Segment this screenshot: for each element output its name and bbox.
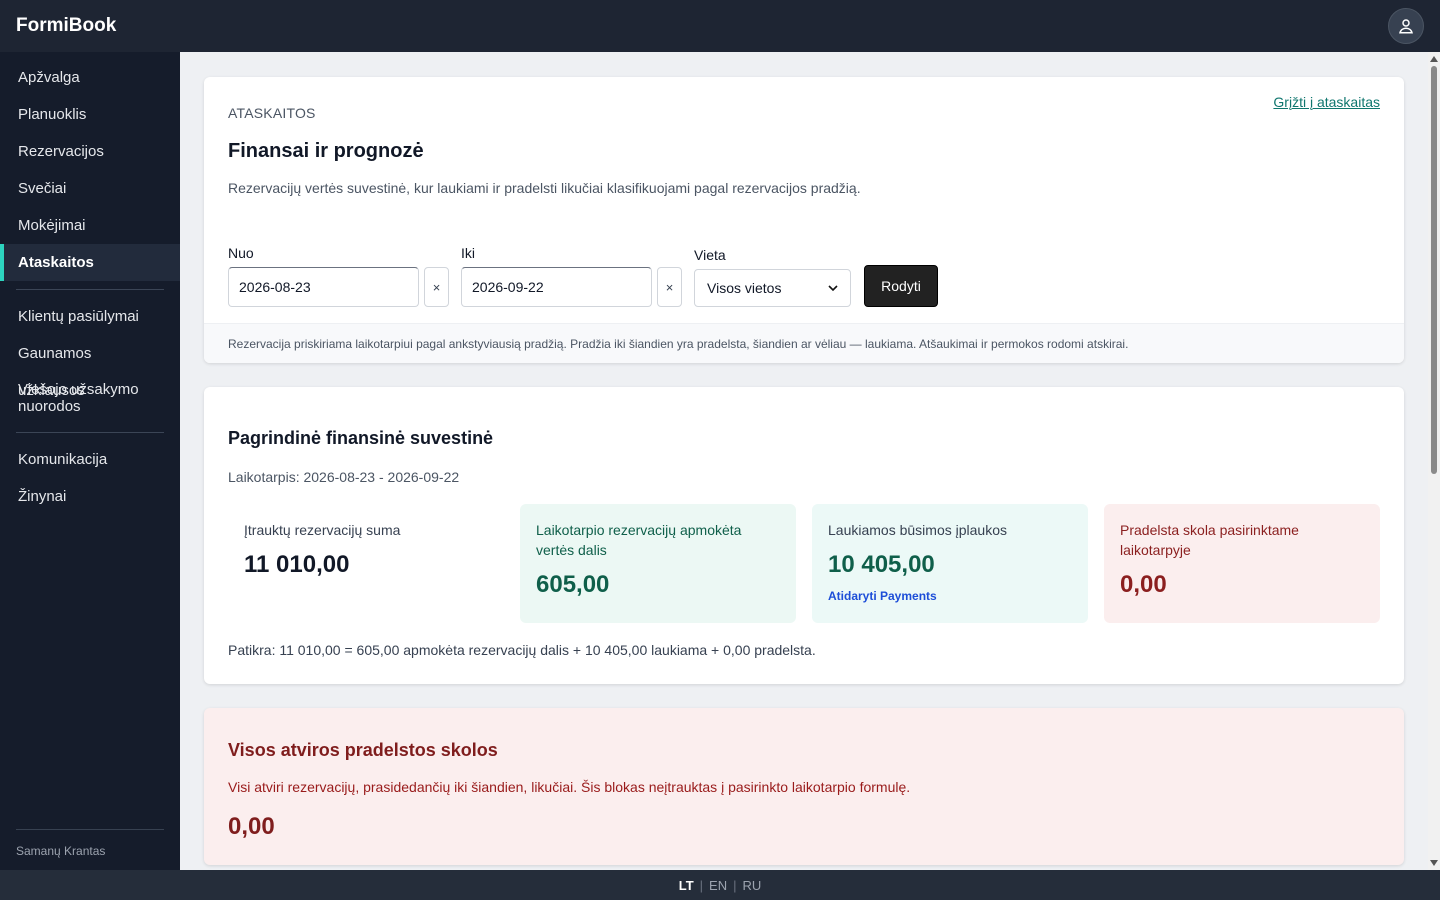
- show-button[interactable]: Rodyti: [864, 265, 938, 307]
- user-menu-button[interactable]: [1388, 8, 1424, 44]
- venue-label: Vieta: [694, 247, 726, 263]
- from-date-label: Nuo: [228, 245, 254, 261]
- to-date-input[interactable]: 2026-09-22: [461, 267, 652, 307]
- top-bar: FormiBook: [0, 0, 1440, 52]
- sidebar-item-client-offers[interactable]: Klientų pasiūlymai: [0, 298, 180, 335]
- venue-select[interactable]: Visos vietos: [694, 269, 851, 307]
- language-bar: LT | EN | RU: [0, 870, 1440, 900]
- from-date-group: Nuo 2026-08-23 ×: [228, 245, 449, 307]
- page-title: Finansai ir prognozė: [228, 140, 424, 162]
- to-date-label: Iki: [461, 245, 475, 261]
- language-separator: |: [699, 877, 704, 893]
- sidebar-item-payments[interactable]: Mokėjimai: [0, 207, 180, 244]
- overdue-debts-card: Visos atviros pradelstos skolos Visi atv…: [204, 708, 1404, 865]
- report-header-card: Grįžti į ataskaitas ATASKAITOS Finansai …: [204, 77, 1404, 363]
- sidebar-footer-venue: Samanų Krantas: [16, 829, 164, 858]
- sidebar-item-incoming-inquiries[interactable]: Gaunamos užklausos: [0, 335, 180, 399]
- overdue-value: 0,00: [228, 813, 275, 840]
- kpi-overdue-debt: Pradelsta skola pasirinktame laikotarpyj…: [1104, 504, 1380, 623]
- brand-logo[interactable]: FormiBook: [16, 15, 116, 37]
- scrollbar-thumb[interactable]: [1431, 66, 1437, 474]
- kpi-label: Pradelsta skola pasirinktame laikotarpyj…: [1120, 522, 1299, 558]
- overdue-title: Visos atviros pradelstos skolos: [228, 740, 498, 760]
- venue-group: Vieta Visos vietos: [694, 247, 851, 307]
- breadcrumb: ATASKAITOS: [228, 105, 316, 121]
- kpi-expected-income: Laukiamos būsimos įplaukos 10 405,00 Ati…: [812, 504, 1088, 623]
- kpi-value: 10 405,00: [828, 551, 935, 578]
- kpi-label: Laikotarpio rezervacijų apmokėta vertės …: [536, 522, 742, 558]
- vertical-scrollbar[interactable]: [1428, 52, 1440, 870]
- sidebar: Apžvalga Planuoklis Rezervacijos Svečiai…: [0, 52, 180, 870]
- language-en[interactable]: EN: [709, 878, 727, 893]
- kpi-value: 605,00: [536, 571, 610, 598]
- summary-check-formula: Patikra: 11 010,00 = 605,00 apmokėta rez…: [228, 642, 816, 658]
- language-lt[interactable]: LT: [679, 878, 694, 893]
- scroll-up-arrow-icon[interactable]: [1430, 56, 1438, 62]
- user-icon: [1399, 19, 1413, 34]
- language-separator: |: [733, 877, 737, 893]
- clear-to-date-button[interactable]: ×: [657, 267, 682, 307]
- sidebar-item-planner[interactable]: Planuoklis: [0, 96, 180, 133]
- from-date-input[interactable]: 2026-08-23: [228, 267, 419, 307]
- overdue-description: Visi atviri rezervacijų, prasidedančių i…: [228, 779, 911, 795]
- sidebar-item-guests[interactable]: Svečiai: [0, 170, 180, 207]
- sidebar-item-reports[interactable]: Ataskaitos: [0, 244, 180, 281]
- kpi-paid-share: Laikotarpio rezervacijų apmokėta vertės …: [520, 504, 796, 623]
- sidebar-item-communication[interactable]: Komunikacija: [0, 441, 180, 478]
- language-ru[interactable]: RU: [742, 878, 761, 893]
- kpi-included-total: Įtrauktų rezervacijų suma 11 010,00: [228, 504, 504, 623]
- main-content: Grįžti į ataskaitas ATASKAITOS Finansai …: [180, 52, 1428, 870]
- summary-title: Pagrindinė finansinė suvestinė: [228, 428, 494, 448]
- scroll-down-arrow-icon[interactable]: [1430, 860, 1438, 866]
- sidebar-item-reservations[interactable]: Rezervacijos: [0, 133, 180, 170]
- summary-period: Laikotarpis: 2026-08-23 - 2026-09-22: [228, 469, 460, 485]
- venue-select-value: Visos vietos: [707, 280, 782, 296]
- classification-note: Rezervacija priskiriama laikotarpiui pag…: [204, 323, 1404, 363]
- kpi-row: Įtrauktų rezervacijų suma 11 010,00 Laik…: [228, 504, 1380, 623]
- nav-divider: [16, 432, 164, 433]
- clear-from-date-button[interactable]: ×: [424, 267, 449, 307]
- financial-summary-card: Pagrindinė finansinė suvestinė Laikotarp…: [204, 387, 1404, 684]
- chevron-down-icon: [828, 285, 838, 292]
- back-to-reports-link[interactable]: Grįžti į ataskaitas: [1273, 94, 1380, 110]
- kpi-label: Įtrauktų rezervacijų suma: [244, 522, 401, 538]
- kpi-value: 11 010,00: [244, 551, 350, 578]
- filters-row: Nuo 2026-08-23 × Iki 2026-09-22 × Vieta: [228, 245, 1380, 323]
- open-payments-link[interactable]: Atidaryti Payments: [828, 589, 1072, 603]
- sidebar-item-overview[interactable]: Apžvalga: [0, 59, 180, 96]
- sidebar-item-directories[interactable]: Žinynai: [0, 478, 180, 515]
- page-description: Rezervacijų vertės suvestinė, kur laukia…: [228, 180, 861, 196]
- nav-divider: [16, 289, 164, 290]
- kpi-label: Laukiamos būsimos įplaukos: [828, 522, 1007, 538]
- to-date-group: Iki 2026-09-22 ×: [461, 245, 682, 307]
- kpi-value: 0,00: [1120, 571, 1167, 598]
